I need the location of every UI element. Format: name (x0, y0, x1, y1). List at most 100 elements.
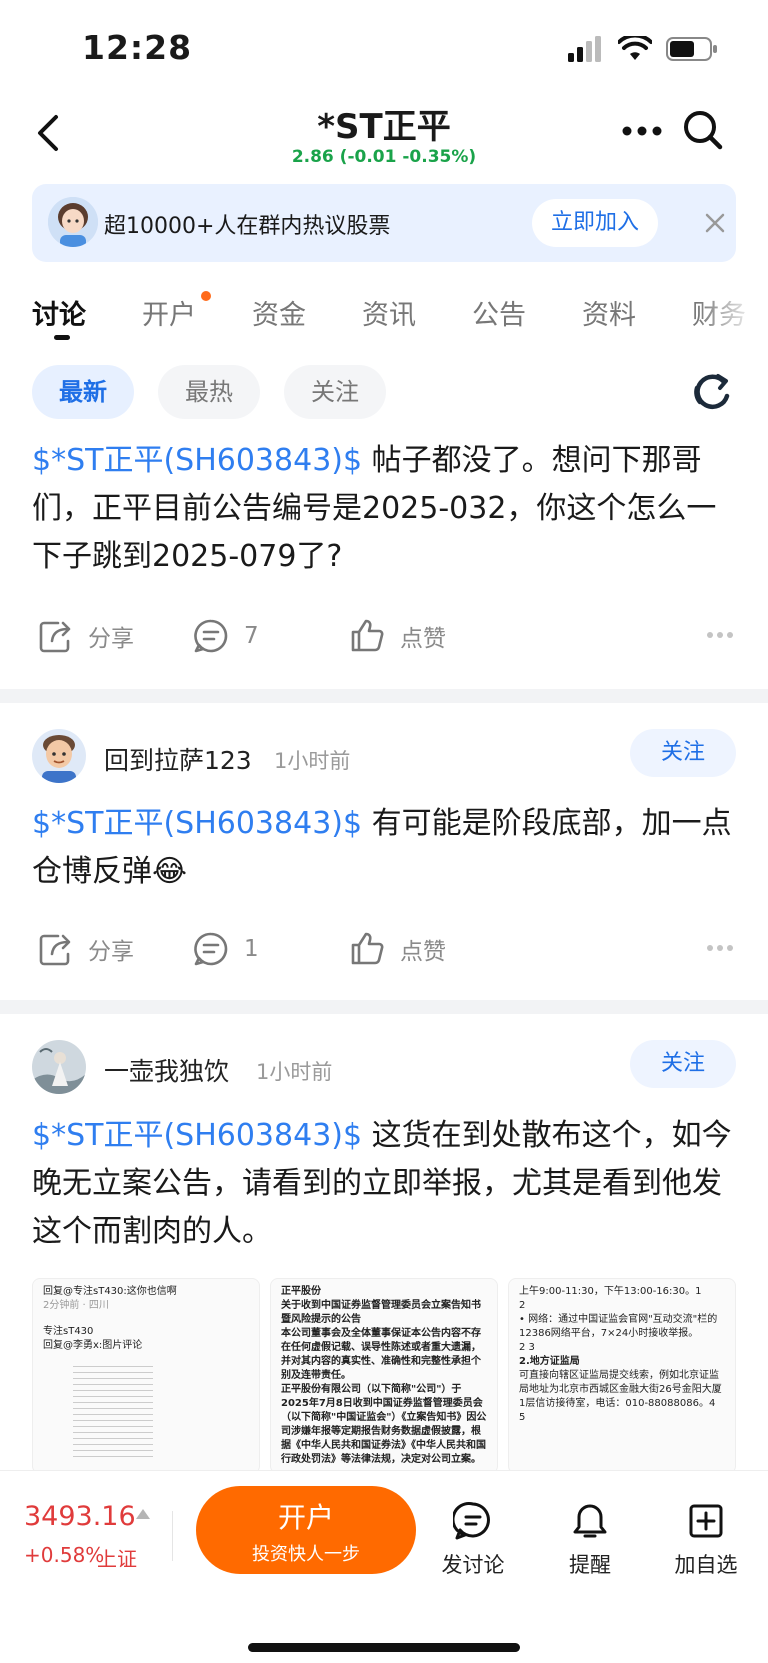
post-actions: 分享 1 点赞 (32, 930, 736, 970)
watchlist-label: 加自选 (674, 1553, 738, 1577)
image-text-line: 2分钟前 · 四川 (43, 1300, 109, 1311)
share-icon (39, 934, 71, 966)
post-image-gallery: 回复@专注sT430:这你也信啊 2分钟前 · 四川 专注sT430 回复@李勇… (32, 1278, 738, 1474)
image-text-line: 2.地方证监局 (519, 1356, 580, 1367)
tab-profile[interactable]: 资料 (582, 293, 636, 332)
open-account-label: 开户 (277, 1501, 334, 1534)
image-text-line: 可直接向辖区证监局提交线索，例如北京证监局地址为北京市西城区金融大街26号金阳大… (519, 1370, 722, 1409)
post-author-row: 一壶我独饮 1小时前 关注 (32, 1040, 736, 1096)
banner-text: 超10000+人在群内热议股票 (104, 214, 391, 239)
comment-button[interactable]: 1 (192, 930, 259, 968)
image-text-line: 本公司董事会及全体董事保证本公告内容不存在任何虚假记载、误导性陈述或者重大遗漏，… (281, 1328, 481, 1381)
thumbs-up-icon (351, 932, 384, 965)
user-avatar[interactable] (32, 1040, 86, 1094)
stock-ticker-link[interactable]: $*ST正平(SH603843)$ (32, 443, 362, 478)
post-time: 1小时前 (256, 1060, 333, 1084)
comment-count: 7 (244, 623, 259, 649)
like-button[interactable]: 点赞 (348, 617, 446, 655)
tab-discussion[interactable]: 讨论 (32, 293, 86, 332)
nav-header: *ST正平 2.86 (-0.01 -0.35%) (0, 95, 768, 175)
reminder-button[interactable]: 提醒 (545, 1501, 635, 1579)
comment-button[interactable]: 7 (192, 617, 259, 655)
tabs-fade (698, 285, 768, 345)
image-text-line: 2 (519, 1300, 526, 1311)
more-options-icon[interactable] (706, 631, 734, 639)
stock-ticker-link[interactable]: $*ST正平(SH603843)$ (32, 1118, 362, 1153)
reminder-label: 提醒 (569, 1553, 611, 1577)
discussion-label: 发讨论 (441, 1553, 505, 1577)
share-label: 分享 (88, 626, 134, 652)
tab-news[interactable]: 资讯 (362, 293, 416, 332)
image-text-line: 2 3 (519, 1342, 535, 1353)
image-text-line: 上午9:00-11:30，下午13:00-16:30。1 (519, 1286, 702, 1297)
share-button[interactable]: 分享 (36, 617, 134, 655)
filter-following[interactable]: 关注 (284, 365, 386, 419)
close-icon[interactable] (704, 212, 726, 234)
post-image-report-info[interactable]: 上午9:00-11:30，下午13:00-16:30。1 2 • 网络：通过中国… (508, 1278, 736, 1474)
username[interactable]: 回到拉萨123 (104, 741, 252, 777)
share-button[interactable]: 分享 (36, 930, 134, 968)
filter-hottest[interactable]: 最热 (158, 365, 260, 419)
like-label: 点赞 (400, 939, 446, 965)
open-account-subtitle: 投资快人一步 (252, 1544, 360, 1565)
post-image-announcement[interactable]: 正平股份 关于收到中国证券监督管理委员会立案告知书暨风险提示的公告 本公司董事会… (270, 1278, 498, 1474)
add-square-icon (689, 1504, 723, 1538)
post-discussion-button[interactable]: 发讨论 (428, 1501, 518, 1579)
index-change: +0.58% (24, 1543, 105, 1567)
tab-active-indicator (54, 335, 70, 340)
battery-icon (666, 37, 717, 61)
follow-button[interactable]: 关注 (630, 1040, 736, 1088)
share-icon (39, 621, 71, 653)
post-time: 1小时前 (274, 749, 351, 773)
index-value[interactable]: 3493.16 (24, 1501, 136, 1532)
more-icon[interactable] (622, 123, 662, 139)
image-text-line: 专注sT430 (43, 1326, 94, 1337)
wifi-icon (618, 36, 652, 60)
comment-count: 1 (244, 936, 259, 962)
thumbs-up-icon (351, 619, 384, 652)
status-bar: 12:28 (0, 0, 768, 100)
like-button[interactable]: 点赞 (348, 930, 446, 968)
comment-icon (194, 932, 228, 966)
image-text-line: 正平股份有限公司（以下简称"公司"）于2025年7月8日收到中国证券监督管理委员… (281, 1384, 487, 1465)
post-separator (0, 689, 768, 703)
image-text-line: 关于收到中国证券监督管理委员会立案告知书暨风险提示的公告 (281, 1300, 481, 1325)
more-options-icon[interactable] (706, 944, 734, 952)
filter-bar: 最新 最热 关注 (0, 365, 768, 421)
share-label: 分享 (88, 939, 134, 965)
image-preview (73, 1361, 153, 1461)
post-body[interactable]: $*ST正平(SH603843)$ 帖子都没了。想问下那哥们，正平目前公告编号是… (32, 437, 732, 581)
group-banner[interactable]: 超10000+人在群内热议股票 立即加入 (32, 184, 736, 262)
post-separator (0, 1000, 768, 1014)
username[interactable]: 一壶我独饮 (104, 1052, 229, 1088)
join-group-button[interactable]: 立即加入 (532, 199, 658, 247)
user-avatar[interactable] (32, 729, 86, 783)
filter-latest[interactable]: 最新 (32, 365, 134, 419)
search-icon[interactable] (682, 109, 724, 151)
refresh-icon[interactable] (690, 370, 734, 414)
comment-icon (194, 619, 228, 653)
notification-dot (201, 291, 211, 301)
index-name: 上证 (97, 1547, 137, 1571)
tab-funds[interactable]: 资金 (252, 293, 306, 332)
home-indicator (248, 1643, 520, 1652)
image-text-line: 回复@李勇x:图片评论 (43, 1340, 143, 1351)
stock-quote: 2.86 (-0.01 -0.35%) (291, 147, 477, 167)
tab-open-account[interactable]: 开户 (142, 293, 196, 332)
bottom-bar: 3493.16 +0.58% 上证 开户 投资快人一步 发讨论 提醒 加自选 (0, 1470, 768, 1663)
post-image-comment-screenshot[interactable]: 回复@专注sT430:这你也信啊 2分钟前 · 四川 专注sT430 回复@李勇… (32, 1278, 260, 1474)
laughing-emoji: 😂 (152, 854, 188, 889)
add-to-watchlist-button[interactable]: 加自选 (661, 1501, 751, 1579)
tab-announcements[interactable]: 公告 (472, 293, 526, 332)
image-text-line: • 网络：通过中国证监会官网"互动交流"栏的12386网络平台，7×24小时接收… (519, 1314, 718, 1339)
discussion-icon (453, 1502, 490, 1540)
post-body[interactable]: $*ST正平(SH603843)$ 这货在到处散布这个，如今晚无立案公告，请看到… (32, 1112, 732, 1256)
stock-ticker-link[interactable]: $*ST正平(SH603843)$ (32, 806, 362, 841)
follow-button[interactable]: 关注 (630, 729, 736, 777)
like-label: 点赞 (400, 626, 446, 652)
image-text-line: 正平股份 (281, 1286, 321, 1297)
post-body[interactable]: $*ST正平(SH603843)$ 有可能是阶段底部，加一点仓博反弹😂 (32, 800, 732, 896)
tab-bar: 讨论 开户 资金 资讯 公告 资料 财务 (0, 285, 768, 345)
status-time: 12:28 (82, 28, 193, 67)
open-account-button[interactable]: 开户 投资快人一步 (196, 1486, 416, 1574)
